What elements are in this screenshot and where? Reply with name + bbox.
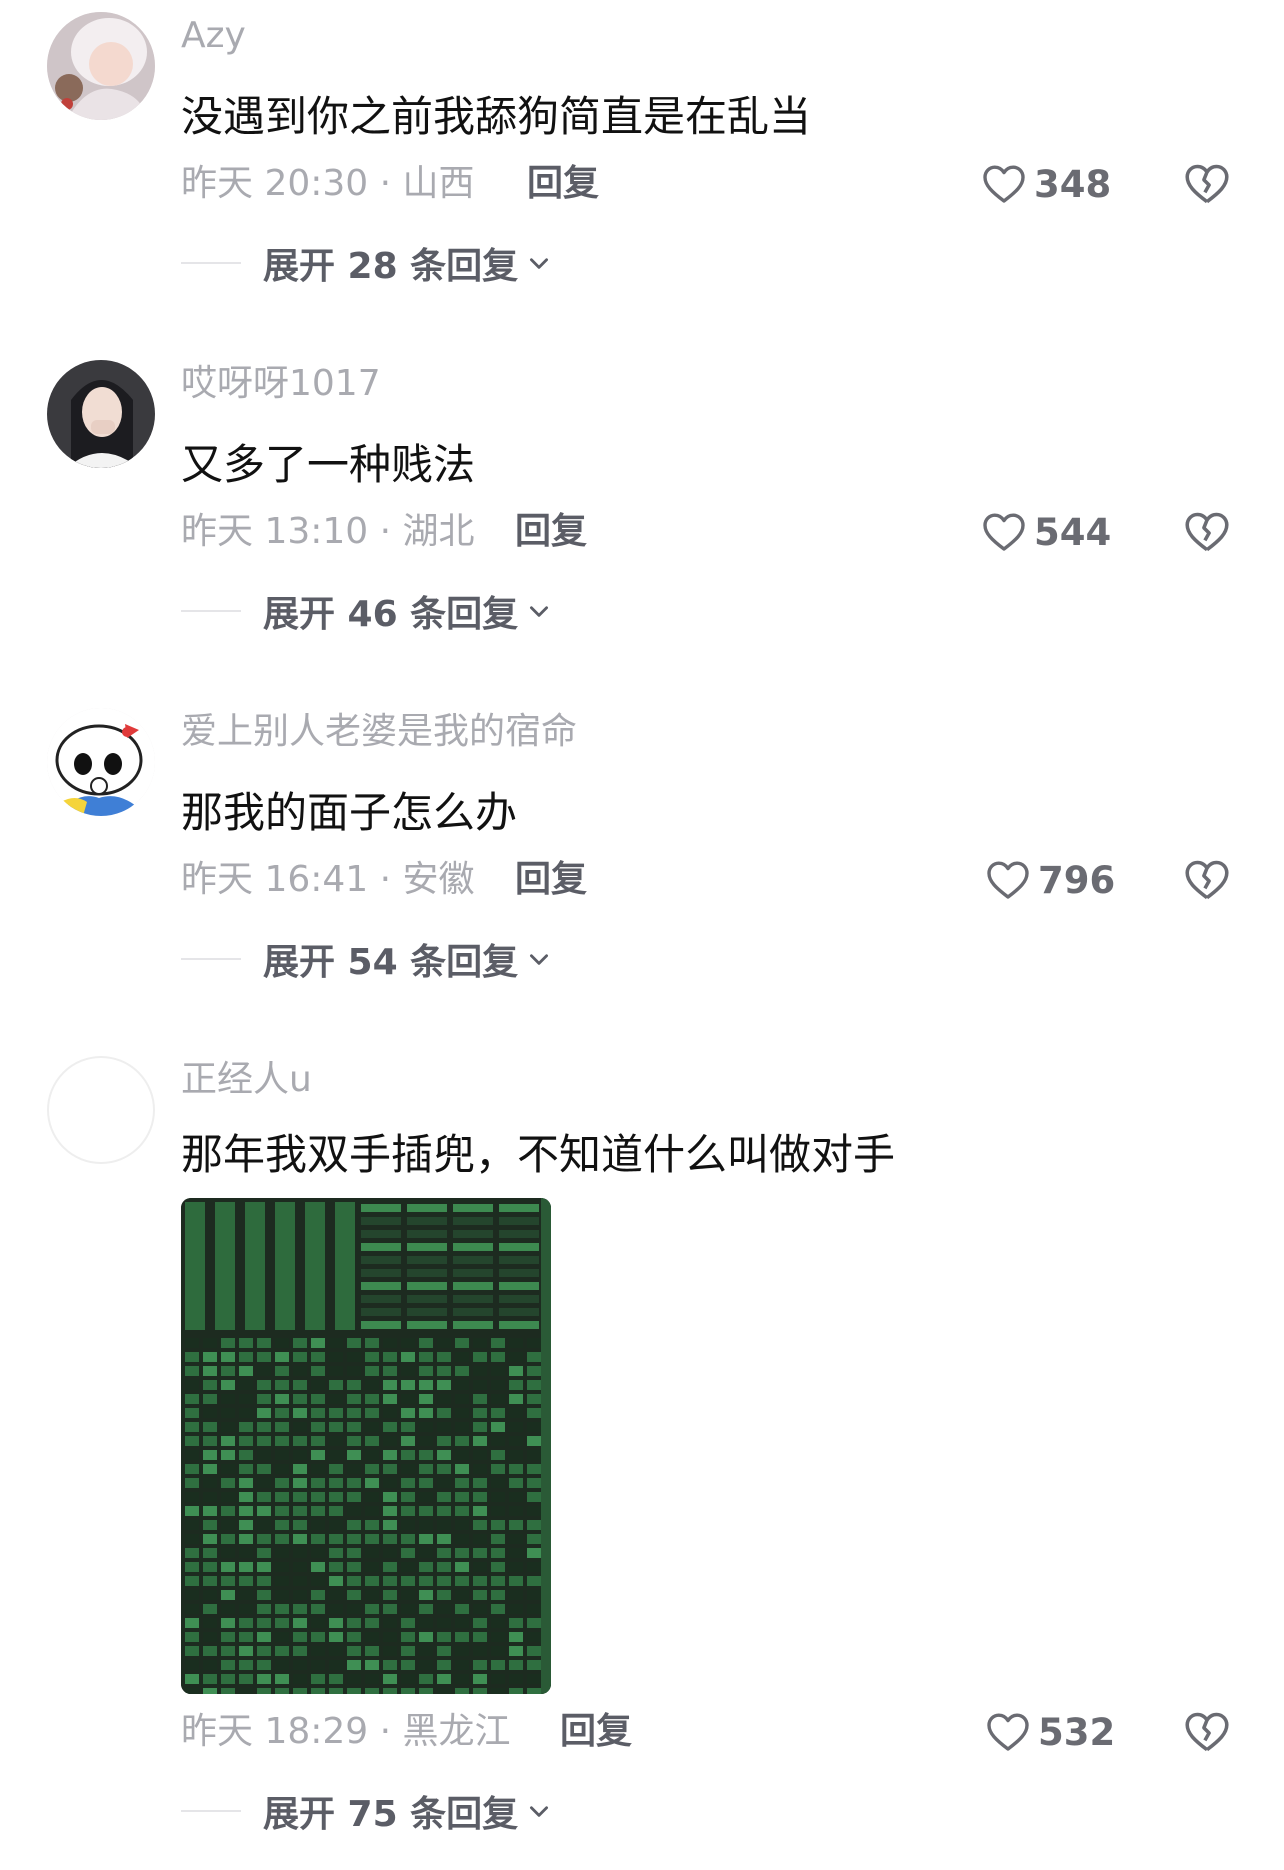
comment-item: 爱上别人老婆是我的宿命 那我的面子怎么办 昨天 16:41 · 安徽 回复 79… bbox=[0, 708, 1284, 983]
comment-item: Azy 没遇到你之前我舔狗简直是在乱当 昨天 20:30 · 山西 回复 348… bbox=[0, 12, 1284, 287]
reply-button[interactable]: 回复 bbox=[527, 162, 599, 206]
avatar[interactable] bbox=[47, 360, 155, 468]
heart-outline-icon bbox=[987, 1713, 1029, 1751]
comment-text: 那年我双手插兜，不知道什么叫做对手 bbox=[181, 1130, 896, 1179]
avatar[interactable] bbox=[47, 1056, 155, 1164]
comment-item: 正经人u 那年我双手插兜，不知道什么叫做对手 昨天 18:29 · 黑龙江 回复… bbox=[0, 1056, 1284, 1856]
username[interactable]: 爱上别人老婆是我的宿命 bbox=[181, 710, 577, 754]
expand-replies-label: 展开 28 条回复 bbox=[263, 246, 519, 287]
broken-heart-icon bbox=[1185, 1712, 1229, 1752]
username[interactable]: 哎呀呀1017 bbox=[181, 362, 381, 406]
divider bbox=[181, 1810, 241, 1812]
dislike-button[interactable] bbox=[1182, 1707, 1232, 1757]
like-button[interactable]: 796 bbox=[984, 852, 1115, 908]
heart-outline-icon bbox=[983, 165, 1025, 203]
comment-meta: 昨天 13:10 · 湖北 bbox=[181, 511, 475, 552]
like-count: 348 bbox=[1034, 162, 1112, 206]
reply-button[interactable]: 回复 bbox=[515, 858, 587, 902]
like-count: 796 bbox=[1038, 858, 1116, 902]
heart-outline-icon bbox=[987, 861, 1029, 899]
comment-item: 哎呀呀1017 又多了一种贱法 昨天 13:10 · 湖北 回复 544 展开 … bbox=[0, 360, 1284, 635]
meme-image bbox=[181, 1198, 551, 1694]
expand-replies-label: 展开 46 条回复 bbox=[263, 594, 519, 635]
expand-replies-label: 展开 75 条回复 bbox=[263, 1794, 519, 1835]
broken-heart-icon bbox=[1185, 164, 1229, 204]
reply-button[interactable]: 回复 bbox=[560, 1710, 632, 1754]
dislike-button[interactable] bbox=[1182, 507, 1232, 557]
chevron-down-icon bbox=[530, 1806, 549, 1817]
like-button[interactable]: 532 bbox=[984, 1704, 1115, 1760]
comment-meta: 昨天 18:29 · 黑龙江 bbox=[181, 1711, 511, 1752]
expand-replies-button[interactable]: 展开 75 条回复 bbox=[181, 1789, 552, 1835]
comment-meta: 昨天 16:41 · 安徽 bbox=[181, 859, 475, 900]
avatar[interactable] bbox=[47, 12, 155, 120]
expand-replies-button[interactable]: 展开 46 条回复 bbox=[181, 589, 552, 635]
like-button[interactable]: 348 bbox=[980, 156, 1111, 212]
comment-meta: 昨天 20:30 · 山西 bbox=[181, 163, 475, 204]
chevron-down-icon bbox=[530, 954, 549, 965]
expand-replies-button[interactable]: 展开 28 条回复 bbox=[181, 241, 552, 287]
avatar[interactable] bbox=[47, 708, 155, 816]
broken-heart-icon bbox=[1185, 860, 1229, 900]
username[interactable]: Azy bbox=[181, 14, 246, 58]
chevron-down-icon bbox=[530, 258, 549, 269]
dislike-button[interactable] bbox=[1182, 855, 1232, 905]
divider bbox=[181, 610, 241, 612]
comment-text: 又多了一种贱法 bbox=[181, 440, 476, 489]
divider bbox=[181, 262, 241, 264]
heart-outline-icon bbox=[983, 513, 1025, 551]
comment-image[interactable] bbox=[181, 1198, 551, 1694]
username[interactable]: 正经人u bbox=[181, 1058, 312, 1102]
chevron-down-icon bbox=[530, 606, 549, 617]
like-button[interactable]: 544 bbox=[980, 504, 1111, 560]
comment-text: 没遇到你之前我舔狗简直是在乱当 bbox=[181, 92, 812, 141]
broken-heart-icon bbox=[1185, 512, 1229, 552]
reply-button[interactable]: 回复 bbox=[515, 510, 587, 554]
avatar-image bbox=[47, 360, 155, 468]
avatar-image bbox=[47, 708, 155, 816]
avatar-image bbox=[47, 12, 155, 120]
like-count: 532 bbox=[1038, 1710, 1116, 1754]
expand-replies-label: 展开 54 条回复 bbox=[263, 942, 519, 983]
dislike-button[interactable] bbox=[1182, 159, 1232, 209]
expand-replies-button[interactable]: 展开 54 条回复 bbox=[181, 937, 552, 983]
divider bbox=[181, 958, 241, 960]
like-count: 544 bbox=[1034, 510, 1112, 554]
comment-text: 那我的面子怎么办 bbox=[181, 788, 518, 837]
